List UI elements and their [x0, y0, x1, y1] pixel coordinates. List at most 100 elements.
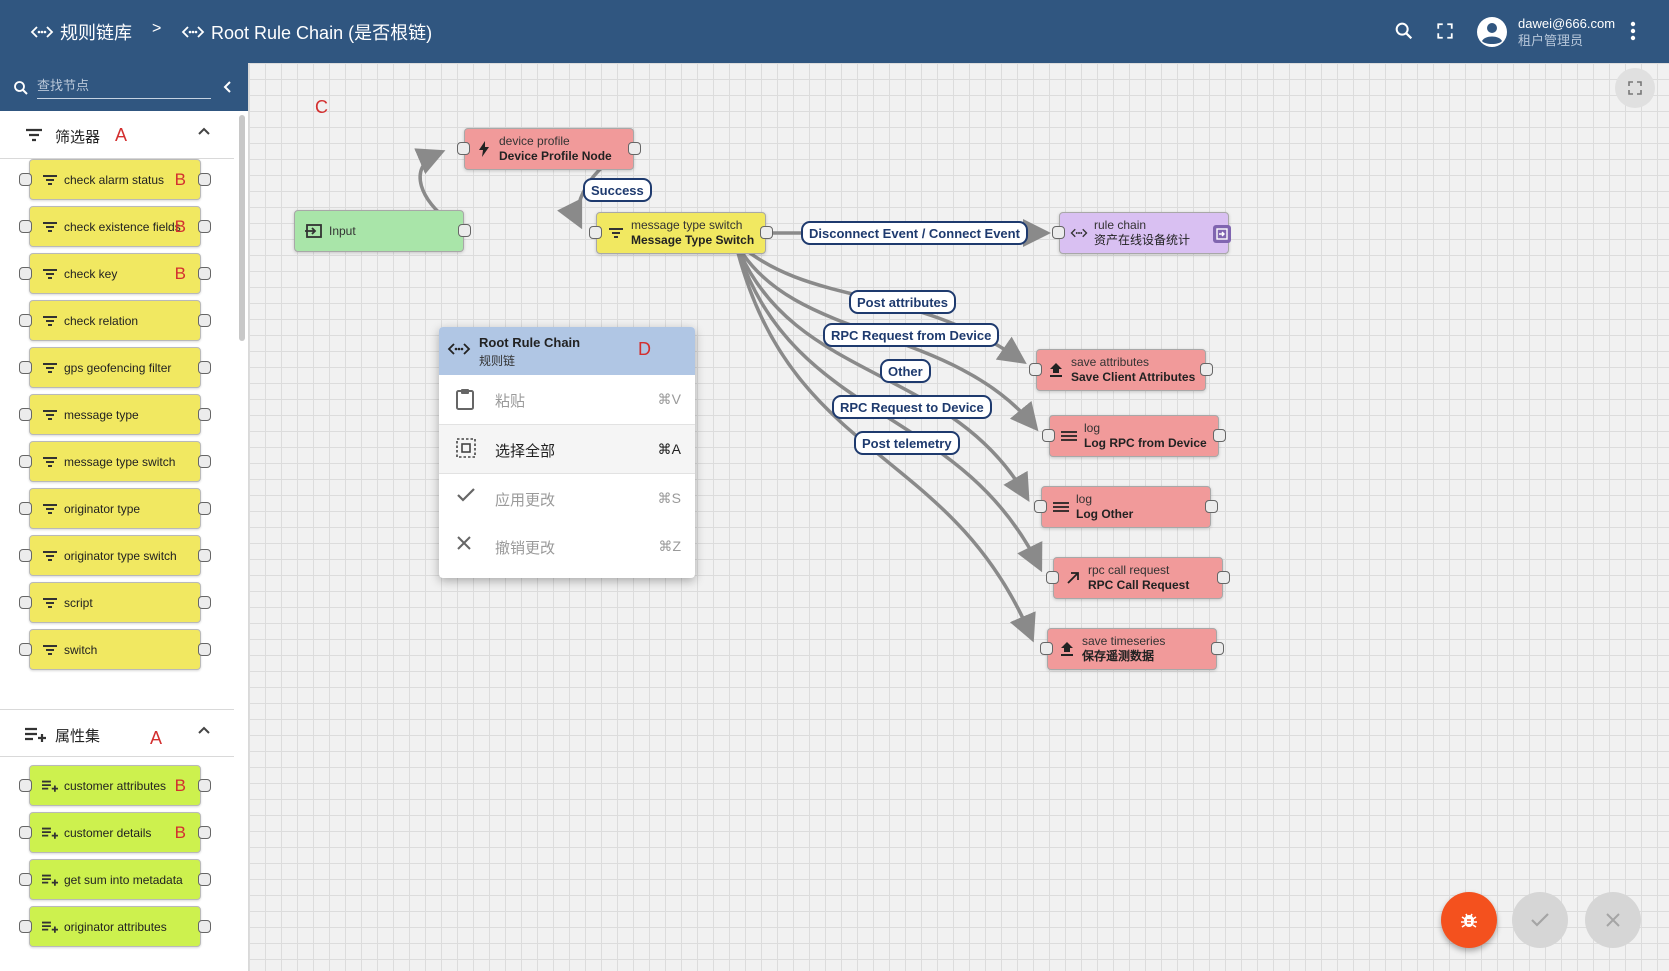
input-port[interactable]: [19, 455, 32, 468]
input-port[interactable]: [1040, 642, 1053, 655]
menu-item-paste[interactable]: 粘贴 ⌘V: [439, 375, 695, 423]
edge-label-rpc-to-device[interactable]: RPC Request to Device: [832, 395, 992, 419]
output-port[interactable]: [628, 142, 641, 155]
library-node[interactable]: get sum into metadata: [19, 859, 211, 900]
library-node[interactable]: message type switch: [19, 441, 211, 482]
input-port[interactable]: [1052, 226, 1065, 239]
output-port[interactable]: [198, 173, 211, 186]
menu-item-select-all[interactable]: 选择全部 ⌘A: [439, 425, 695, 473]
collapse-sidebar-button[interactable]: [218, 77, 238, 97]
output-port[interactable]: [760, 226, 773, 239]
output-port[interactable]: [198, 779, 211, 792]
revert-changes-button[interactable]: [1585, 892, 1641, 948]
input-port[interactable]: [19, 549, 32, 562]
category-filter-header[interactable]: 筛选器 A: [0, 111, 234, 159]
category-label: 筛选器: [55, 129, 101, 146]
input-port[interactable]: [19, 408, 32, 421]
node-device-profile[interactable]: device profile Device Profile Node: [457, 128, 641, 170]
library-node[interactable]: check relation: [19, 300, 211, 341]
breadcrumb-rule-chains[interactable]: 规则链库: [30, 0, 132, 63]
canvas-fullscreen-button[interactable]: [1615, 68, 1655, 108]
input-port[interactable]: [1029, 363, 1042, 376]
category-enrichment-header[interactable]: 属性集 A: [0, 709, 234, 757]
output-port[interactable]: [198, 596, 211, 609]
edge-label-success[interactable]: Success: [583, 178, 652, 202]
output-port[interactable]: [198, 873, 211, 886]
library-node[interactable]: customer attributes B: [19, 765, 211, 806]
input-port[interactable]: [19, 220, 32, 233]
library-node[interactable]: originator type: [19, 488, 211, 529]
library-node[interactable]: check key B: [19, 253, 211, 294]
output-port[interactable]: [198, 267, 211, 280]
node-log-rpc[interactable]: log Log RPC from Device: [1042, 415, 1226, 457]
search-button[interactable]: [1390, 17, 1418, 45]
input-port[interactable]: [19, 873, 32, 886]
output-port[interactable]: [198, 361, 211, 374]
edge-label-rpc-from-device[interactable]: RPC Request from Device: [823, 323, 1000, 347]
output-port[interactable]: [198, 826, 211, 839]
library-node[interactable]: script: [19, 582, 211, 623]
output-port[interactable]: [198, 549, 211, 562]
library-node[interactable]: originator type switch: [19, 535, 211, 576]
edge-label-connect-event[interactable]: Disconnect Event / Connect Event: [801, 221, 1028, 245]
debug-mode-button[interactable]: [1441, 892, 1497, 948]
output-port[interactable]: [198, 502, 211, 515]
menu-item-undo-changes[interactable]: 撤销更改 ⌘Z: [439, 522, 695, 570]
user-menu[interactable]: dawei@666.com 租户管理员: [1476, 14, 1615, 50]
category-label: 属性集: [55, 728, 101, 745]
more-menu-button[interactable]: [1619, 17, 1647, 45]
input-port[interactable]: [19, 502, 32, 515]
output-port[interactable]: [1200, 363, 1213, 376]
library-node[interactable]: check alarm status B: [19, 159, 211, 200]
output-port[interactable]: [198, 220, 211, 233]
output-port[interactable]: [198, 455, 211, 468]
edge-label-other[interactable]: Other: [880, 359, 931, 383]
sidebar-scrollbar-thumb[interactable]: [239, 115, 245, 341]
node-search-input[interactable]: [37, 73, 211, 99]
input-port[interactable]: [19, 173, 32, 186]
library-node[interactable]: gps geofencing filter: [19, 347, 211, 388]
output-port[interactable]: [198, 920, 211, 933]
node-log-other[interactable]: log Log Other: [1034, 486, 1218, 528]
node-rule-chain[interactable]: rule chain 资产在线设备统计: [1052, 212, 1231, 254]
output-port[interactable]: [458, 224, 471, 237]
output-port[interactable]: [198, 408, 211, 421]
open-rule-chain-button[interactable]: [1213, 225, 1231, 243]
node-input[interactable]: Input: [294, 210, 471, 252]
node-rpc-call-request[interactable]: rpc call request RPC Call Request: [1046, 557, 1230, 599]
input-port[interactable]: [1034, 500, 1047, 513]
input-port[interactable]: [19, 267, 32, 280]
input-port[interactable]: [19, 779, 32, 792]
input-port[interactable]: [19, 314, 32, 327]
edge-label-post-attributes[interactable]: Post attributes: [849, 290, 957, 314]
input-port[interactable]: [19, 826, 32, 839]
input-port[interactable]: [19, 643, 32, 656]
fullscreen-button[interactable]: [1431, 17, 1459, 45]
output-port[interactable]: [198, 314, 211, 327]
node-save-attributes[interactable]: save attributes Save Client Attributes: [1029, 349, 1213, 391]
output-port[interactable]: [198, 643, 211, 656]
library-node[interactable]: message type: [19, 394, 211, 435]
library-node[interactable]: check existence fields B: [19, 206, 211, 247]
menu-item-apply-changes[interactable]: 应用更改 ⌘S: [439, 474, 695, 522]
input-port[interactable]: [1046, 571, 1059, 584]
input-port[interactable]: [589, 226, 602, 239]
output-port[interactable]: [1217, 571, 1230, 584]
edge-label-post-telemetry[interactable]: Post telemetry: [854, 431, 960, 455]
node-save-timeseries[interactable]: save timeseries 保存遥测数据: [1040, 628, 1224, 670]
input-port[interactable]: [19, 596, 32, 609]
output-port[interactable]: [1211, 642, 1224, 655]
filter-icon: [42, 220, 58, 234]
output-port[interactable]: [1205, 500, 1218, 513]
apply-changes-button[interactable]: [1512, 892, 1568, 948]
library-node[interactable]: switch: [19, 629, 211, 670]
output-port[interactable]: [1213, 429, 1226, 442]
input-port[interactable]: [457, 142, 470, 155]
library-node[interactable]: originator attributes: [19, 906, 211, 947]
library-node[interactable]: customer details B: [19, 812, 211, 853]
input-port[interactable]: [19, 361, 32, 374]
input-port[interactable]: [1042, 429, 1055, 442]
node-message-type-switch[interactable]: message type switch Message Type Switch: [589, 212, 773, 254]
input-port[interactable]: [19, 920, 32, 933]
library-node-label: check relation: [64, 313, 139, 328]
